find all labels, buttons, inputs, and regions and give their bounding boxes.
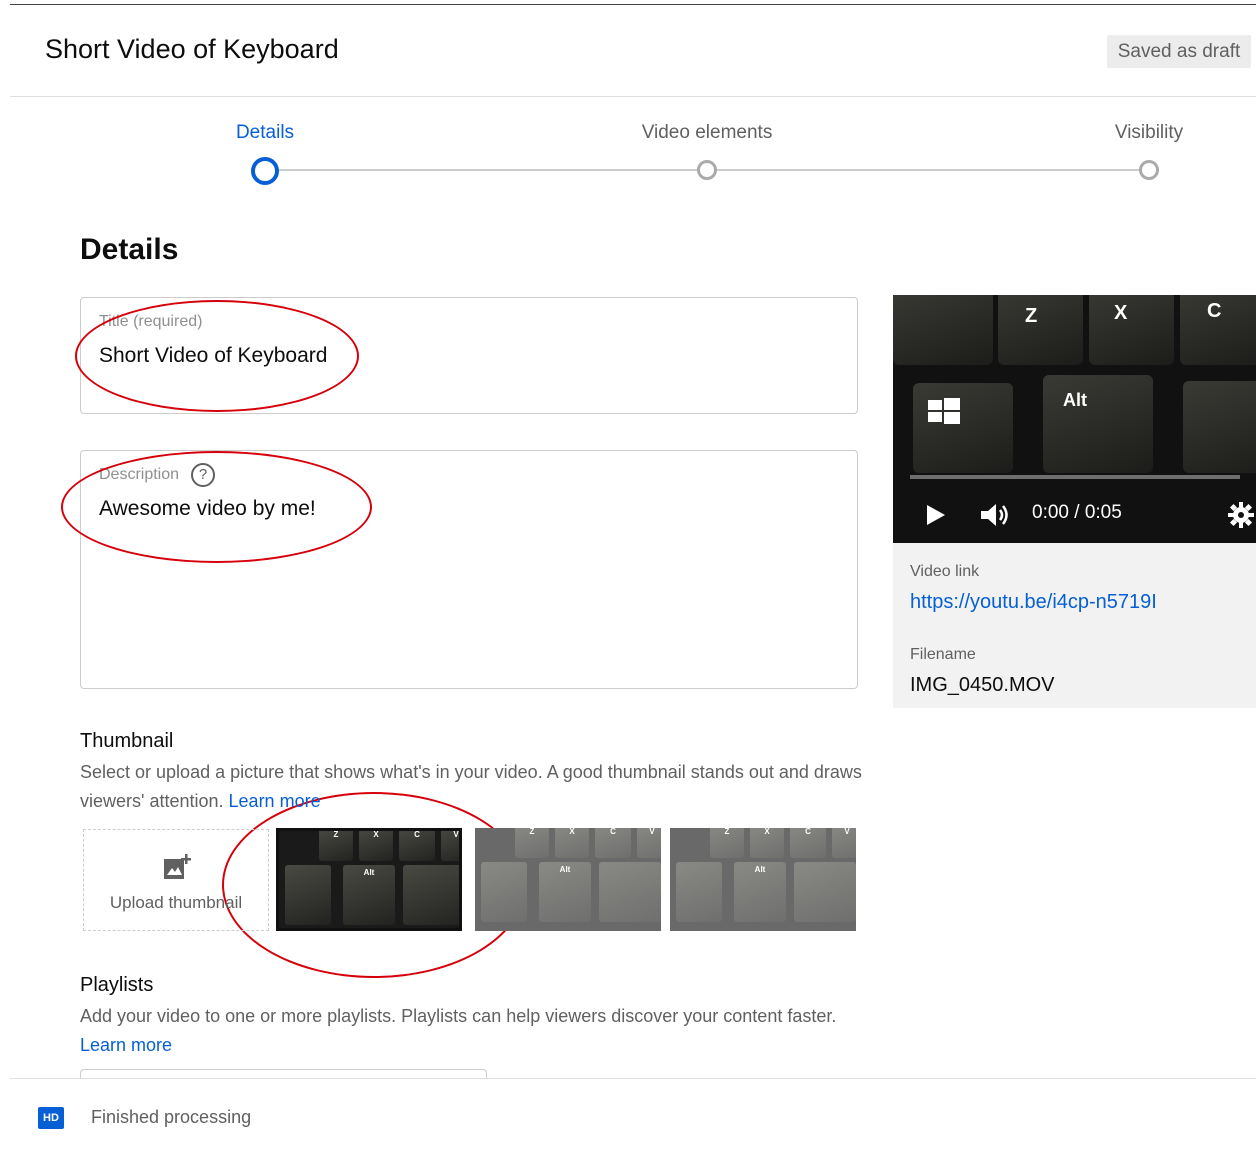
step-details-dot[interactable] [251, 157, 279, 185]
step-video-elements-dot[interactable] [697, 160, 717, 180]
thumb1-key-space [403, 865, 459, 925]
filename-value: IMG_0450.MOV [910, 674, 1055, 696]
thumb1-key-win [285, 865, 331, 925]
playlists-heading: Playlists [80, 974, 154, 996]
upload-stepper: Details Video elements Visibility [0, 100, 1256, 200]
description-field-label: Description? [99, 463, 216, 487]
playlists-learn-more-link[interactable]: Learn more [80, 1035, 172, 1055]
title-input[interactable]: Short Video of Keyboard [99, 344, 327, 368]
video-info-panel: Video link https://youtu.be/i4cp-n5719I … [893, 543, 1256, 708]
stepper-line-2 [707, 169, 1149, 171]
step-video-elements-label[interactable]: Video elements [642, 122, 773, 144]
settings-gear-icon[interactable] [1228, 502, 1254, 533]
dialog-title: Short Video of Keyboard [45, 34, 339, 64]
thumb1-key-c: C [399, 831, 435, 861]
thumb1-key-alt: Alt [343, 865, 395, 925]
dialog-footer: HD Finished processing [10, 1078, 1256, 1155]
player-key-windows [913, 383, 1013, 473]
player-key-space [1183, 381, 1256, 473]
play-icon[interactable] [927, 505, 945, 530]
header-divider [10, 96, 1256, 97]
description-field[interactable]: Description? Awesome video by me! [80, 450, 858, 689]
dialog-header: Short Video of Keyboard Saved as draft [0, 0, 1256, 97]
thumbnail-option-3[interactable]: Z X C V Alt [670, 828, 856, 931]
section-title: Details [80, 233, 179, 266]
upload-thumbnail-label: Upload thumbnail [109, 893, 243, 912]
video-link[interactable]: https://youtu.be/i4cp-n5719I [910, 591, 1157, 614]
thumbnail-heading: Thumbnail [80, 730, 174, 752]
description-label-text: Description [99, 466, 180, 484]
processing-status: Finished processing [91, 1107, 252, 1127]
thumb1-key-x: X [359, 831, 393, 861]
thumbnail-learn-more-link[interactable]: Learn more [229, 791, 321, 811]
thumbnail-option-1[interactable]: Z X C V Alt [276, 828, 462, 931]
upload-thumbnail-button[interactable]: Upload thumbnail [83, 829, 269, 931]
step-visibility-dot[interactable] [1139, 160, 1159, 180]
thumb1-key-v: V [441, 831, 459, 861]
step-details-label[interactable]: Details [236, 122, 294, 144]
stepper-line-1 [265, 169, 707, 171]
player-key-alt: Alt [1043, 375, 1153, 473]
windows-logo-icon [928, 398, 960, 430]
thumbnail-description: Select or upload a picture that shows wh… [80, 762, 862, 811]
step-visibility-label[interactable]: Visibility [1115, 122, 1183, 144]
player-key-c: C [1180, 295, 1256, 365]
thumbnail-option-2[interactable]: Z X C V Alt [475, 828, 661, 931]
player-key-shift [893, 295, 993, 365]
video-player[interactable]: Z X C Alt 0:00 / 0:05 [893, 295, 1256, 543]
filename-label: Filename [910, 646, 976, 663]
volume-icon[interactable] [981, 503, 1011, 532]
progress-bar[interactable] [910, 475, 1240, 479]
hd-badge-icon: HD [38, 1107, 64, 1129]
title-field[interactable]: Title (required) Short Video of Keyboard [80, 297, 858, 414]
title-field-label: Title (required) [99, 313, 203, 330]
thumb1-key-z: Z [319, 831, 353, 861]
question-circle-icon[interactable]: ? [191, 463, 216, 487]
player-key-z: Z [998, 295, 1083, 365]
playlists-description: Add your video to one or more playlists.… [80, 1006, 837, 1055]
draft-status-badge: Saved as draft [1107, 35, 1251, 68]
video-link-label: Video link [910, 563, 980, 580]
description-input[interactable]: Awesome video by me! [99, 497, 316, 521]
add-photo-icon [164, 854, 192, 885]
player-key-x: X [1089, 295, 1174, 365]
player-time: 0:00 / 0:05 [1032, 502, 1122, 523]
